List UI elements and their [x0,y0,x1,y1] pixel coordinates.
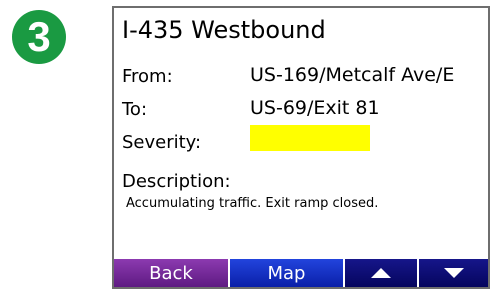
step-number-badge: 3 [12,10,66,64]
from-label: From: [122,66,173,87]
to-value: US-69/Exit 81 [250,97,380,119]
back-button-label: Back [149,262,193,284]
description-label: Description: [122,171,231,192]
arrow-up-icon [371,268,391,278]
road-title: I-435 Westbound [122,16,326,44]
traffic-detail-screen: I-435 Westbound From: US-169/Metcalf Ave… [112,6,490,289]
scroll-down-button[interactable] [419,259,488,287]
back-button[interactable]: Back [114,259,230,287]
map-button[interactable]: Map [230,259,345,287]
severity-label: Severity: [122,132,202,153]
map-button-label: Map [267,262,306,284]
scroll-up-button[interactable] [345,259,419,287]
button-bar: Back Map [114,259,488,287]
severity-indicator [250,125,370,151]
from-value: US-169/Metcalf Ave/E [250,64,455,86]
description-text: Accumulating traffic. Exit ramp closed. [126,196,379,211]
to-label: To: [122,99,148,120]
arrow-down-icon [443,268,464,278]
